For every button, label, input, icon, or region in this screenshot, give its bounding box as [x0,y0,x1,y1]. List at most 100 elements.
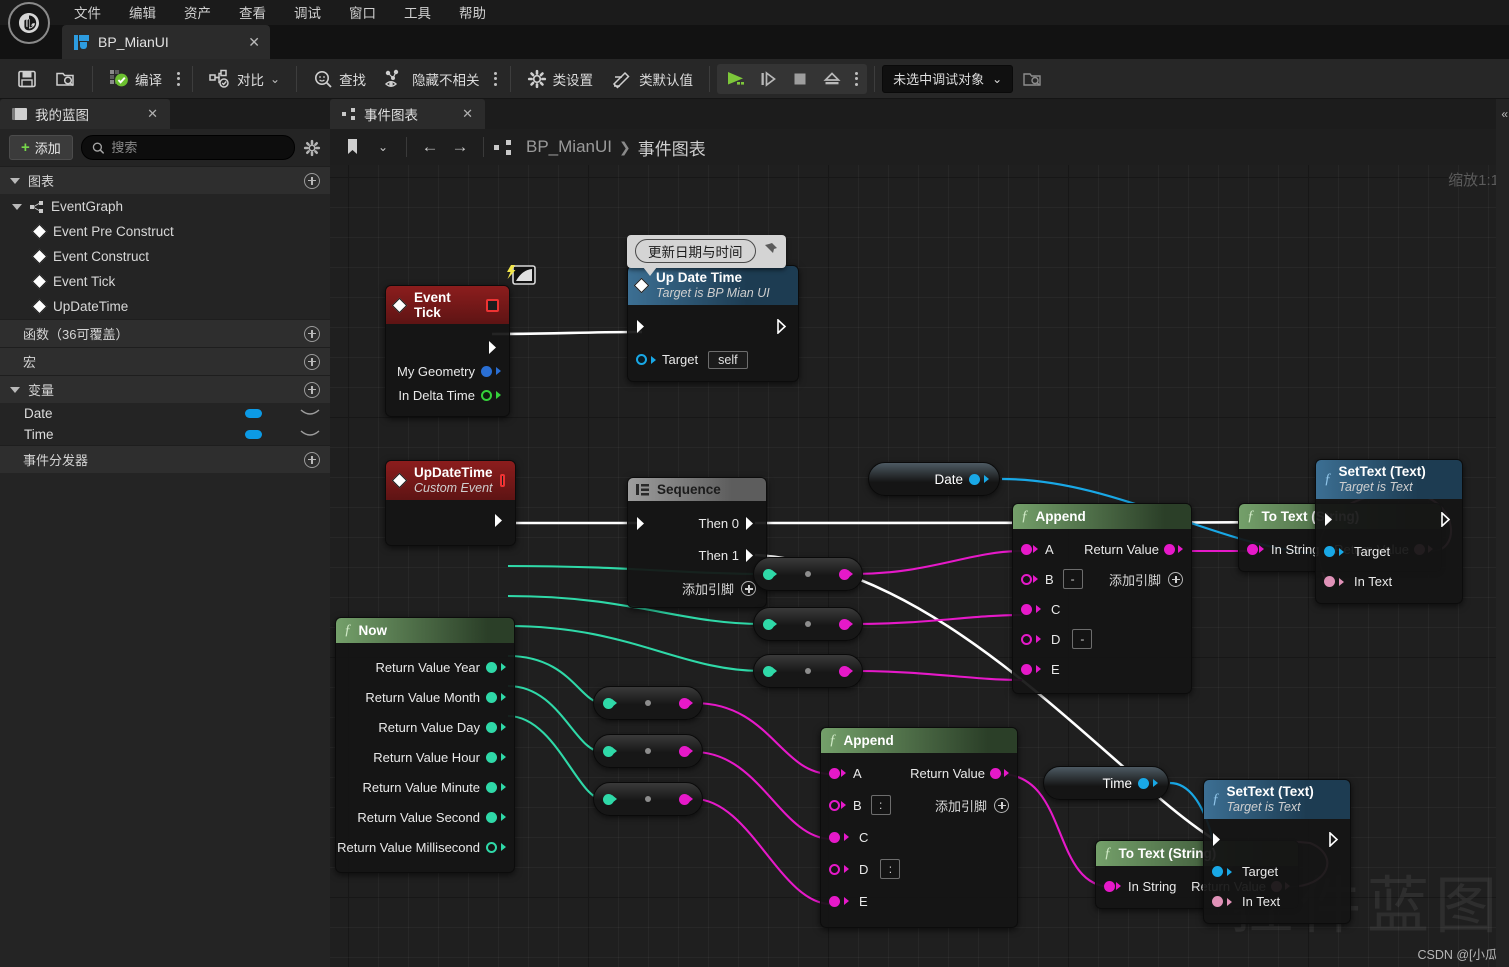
expand-arrow-icon[interactable]: « [1501,107,1508,121]
pin-icon[interactable] [762,242,778,260]
conv-node-minute-to-string[interactable] [593,734,703,768]
stop-button[interactable] [785,65,815,93]
debug-browse-button[interactable] [1013,63,1052,95]
add-macro-button[interactable] [304,353,320,370]
pin-row-target[interactable]: Target [1204,860,1350,884]
search-input[interactable] [111,140,284,155]
hide-options-kebab[interactable] [489,71,503,86]
pin-row-return-millisecond[interactable]: Return Value Millisecond [336,832,514,862]
string-out-pin[interactable] [679,697,690,709]
forward-button[interactable]: → [447,134,473,160]
pin-row-my-geometry[interactable]: My Geometry [386,359,509,383]
string-in-pin[interactable] [1021,573,1032,585]
add-pin-button[interactable]: 添加引脚 [935,796,1009,815]
pin-row-b[interactable]: B : 添加引脚 [821,793,1017,817]
breadcrumb-root[interactable]: BP_MianUI [526,137,612,157]
class-defaults-button[interactable]: 类默认值 [602,63,702,95]
add-pin-button[interactable]: 添加引脚 [1109,570,1183,589]
pin-row-e[interactable]: E [821,889,1017,913]
pin-row-exec[interactable] [1316,508,1462,532]
int-out-pin[interactable] [486,751,497,763]
conv-node-year-to-string[interactable] [753,557,863,591]
eye-closed-icon[interactable] [300,408,320,420]
node-variable-time[interactable]: Time [1043,766,1169,800]
string-in-pin[interactable] [829,863,840,875]
int-in-pin[interactable] [603,793,614,805]
int-out-pin[interactable] [486,841,497,853]
section-macros[interactable]: 宏 [0,347,330,375]
pin-row-c[interactable]: C [821,825,1017,849]
add-graph-button[interactable] [304,172,320,189]
pin-row-in-delta-time[interactable]: In Delta Time [386,383,509,407]
compile-button[interactable]: 编译 [100,63,171,95]
step-button[interactable] [753,65,783,93]
int-in-pin[interactable] [603,697,614,709]
bookmark-button[interactable] [340,134,366,160]
tree-item-updatetime[interactable]: UpDateTime [0,294,330,319]
conv-node-month-to-string[interactable] [753,607,863,641]
string-in-pin[interactable] [1021,543,1032,555]
pin-row-c[interactable]: C [1013,597,1191,621]
pin-row-a[interactable]: A Return Value [1013,537,1191,561]
string-in-pin[interactable] [829,831,840,843]
node-settext-date[interactable]: ƒ SetText (Text) Target is Text Target I… [1315,459,1463,604]
node-sequence[interactable]: Sequence Then 0 Then 1 添加引脚 [627,477,767,608]
tree-item-event-pre-construct[interactable]: Event Pre Construct [0,219,330,244]
int-out-pin[interactable] [486,691,497,703]
string-out-pin[interactable] [679,745,690,757]
object-in-pin[interactable] [636,354,647,366]
search-box[interactable] [80,135,295,160]
node-up-date-time-call[interactable]: Up Date Time Target is BP Mian UI Target… [627,265,799,382]
string-in-pin[interactable] [829,895,840,907]
menu-item-debug[interactable]: 调试 [282,1,333,27]
conv-node-hour-to-string[interactable] [593,686,703,720]
node-append-date[interactable]: ƒ Append A Return Value B - 添加引脚 C D - E [1012,503,1192,694]
geometry-out-pin[interactable] [481,365,492,377]
pin-row-return-hour[interactable]: Return Value Hour [336,742,514,772]
hide-unrelated-button[interactable]: 隐藏不相关 [375,63,489,95]
string-out-pin[interactable] [839,665,850,677]
unreal-logo-icon[interactable] [8,2,50,44]
stop-breakpoint-icon[interactable] [486,298,499,312]
blueprint-canvas[interactable]: 缩放1:1 控件蓝图 CSDN @[小瓜] 更新日期与时间 Event Tick… [330,165,1509,967]
section-graphs[interactable]: 图表 [0,166,330,194]
string-in-pin[interactable] [1021,603,1032,615]
class-settings-button[interactable]: 类设置 [518,63,603,95]
pin-row-exec-out[interactable] [386,509,515,533]
pin-row-exec[interactable] [1204,828,1350,852]
int-in-pin[interactable] [763,665,774,677]
text-in-pin[interactable] [1212,896,1223,908]
int-in-pin[interactable] [603,745,614,757]
menu-item-view[interactable]: 查看 [227,1,278,27]
conv-node-second-to-string[interactable] [593,782,703,816]
save-button[interactable] [8,63,46,95]
pin-row-return-day[interactable]: Return Value Day [336,712,514,742]
add-dispatcher-button[interactable] [304,451,320,468]
right-panel-collapsed[interactable]: « [1496,99,1509,967]
variable-row-date[interactable]: Date [0,403,330,424]
settings-gear-icon[interactable] [303,139,321,157]
menu-item-help[interactable]: 帮助 [447,1,498,27]
pin-row-b[interactable]: B - 添加引脚 [1013,567,1191,591]
pin-row-exec[interactable] [628,315,798,339]
pin-row-then0[interactable]: Then 0 [628,511,766,535]
separator-input-d[interactable]: - [1072,629,1093,649]
close-icon[interactable]: ✕ [147,106,158,122]
tree-item-eventgraph[interactable]: EventGraph [0,194,330,219]
string-in-pin[interactable] [1104,880,1115,892]
pin-row-return-minute[interactable]: Return Value Minute [336,772,514,802]
tree-item-event-tick[interactable]: Event Tick [0,269,330,294]
separator-input-b[interactable]: : [870,795,891,815]
node-event-tick[interactable]: Event Tick My Geometry In Delta Time [385,265,536,417]
pin-row-in-text[interactable]: In Text [1204,890,1350,914]
close-icon[interactable]: ✕ [462,106,473,122]
float-out-pin[interactable] [481,389,492,401]
eye-closed-icon[interactable] [300,429,320,441]
menu-item-assets[interactable]: 资产 [172,1,223,27]
variable-row-time[interactable]: Time [0,424,330,445]
pin-row-target[interactable]: Target [1316,540,1462,564]
add-variable-button[interactable] [304,381,320,398]
pin-row-exec-out[interactable] [386,335,509,359]
int-out-pin[interactable] [486,721,497,733]
menu-item-window[interactable]: 窗口 [337,1,388,27]
